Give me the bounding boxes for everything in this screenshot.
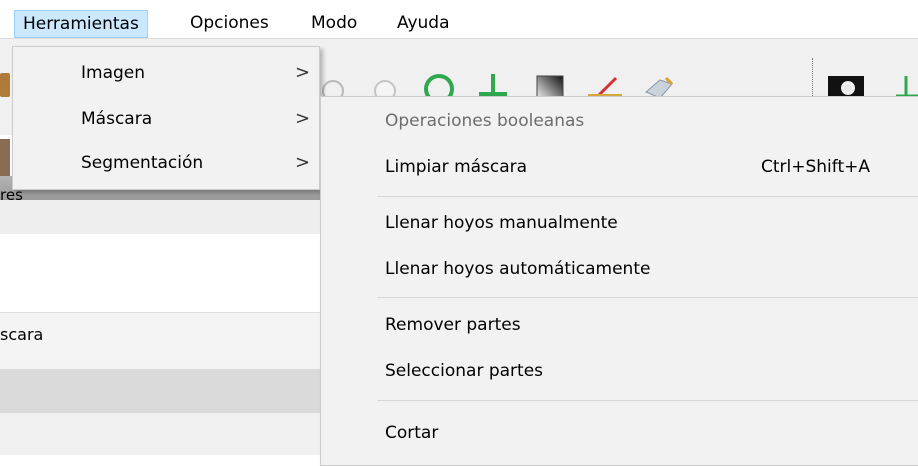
menu-item-cortar[interactable]: Cortar bbox=[321, 415, 918, 455]
panel-row-text: scara bbox=[0, 325, 44, 344]
menu-item-imagen[interactable]: Imagen > bbox=[13, 51, 319, 99]
menu-ayuda[interactable]: Ayuda bbox=[389, 10, 458, 38]
menu-item-label: Seleccionar partes bbox=[385, 361, 544, 381]
menu-item-seleccionar-partes[interactable]: Seleccionar partes bbox=[321, 353, 918, 393]
menu-item-label: Llenar hoyos automáticamente bbox=[385, 259, 651, 279]
menu-item-label: Remover partes bbox=[385, 315, 521, 335]
menu-item-label: Limpiar máscara bbox=[385, 157, 528, 177]
panel-gray-strip bbox=[0, 369, 330, 413]
menu-item-mascara[interactable]: Máscara > bbox=[13, 97, 319, 145]
menu-item-label: Llenar hoyos manualmente bbox=[385, 213, 618, 233]
menu-herramientas[interactable]: Herramientas bbox=[14, 10, 148, 38]
menu-separator bbox=[377, 196, 918, 197]
brush-icon[interactable] bbox=[0, 73, 10, 97]
panel-bottom bbox=[0, 413, 330, 455]
menu-bar: Herramientas Opciones Modo Ayuda bbox=[0, 0, 918, 38]
menu-item-shortcut: Ctrl+Shift+A bbox=[761, 157, 871, 177]
menu-separator bbox=[377, 297, 918, 298]
menu-item-label: Imagen bbox=[81, 63, 146, 83]
menu-item-label: Operaciones booleanas bbox=[385, 111, 585, 131]
panel-strip bbox=[0, 200, 330, 234]
menu-item-label: Segmentación bbox=[81, 153, 204, 173]
chevron-right-icon: > bbox=[295, 152, 311, 173]
menu-item-label: Cortar bbox=[385, 423, 439, 443]
menu-item-operaciones-booleanas: Operaciones booleanas bbox=[321, 103, 918, 143]
menu-item-llenar-hoyos-manualmente[interactable]: Llenar hoyos manualmente bbox=[321, 205, 918, 245]
menu-item-limpiar-mascara[interactable]: Limpiar máscara Ctrl+Shift+A bbox=[321, 149, 918, 189]
tool-icon[interactable] bbox=[0, 139, 10, 179]
mascara-submenu: Operaciones booleanas Limpiar máscara Ct… bbox=[320, 96, 918, 466]
menu-item-segmentacion[interactable]: Segmentación > bbox=[13, 141, 319, 189]
panel-row bbox=[0, 312, 330, 370]
chevron-right-icon: > bbox=[295, 62, 311, 83]
menu-modo[interactable]: Modo bbox=[303, 10, 365, 38]
menu-opciones[interactable]: Opciones bbox=[182, 10, 277, 38]
menu-item-llenar-hoyos-automaticamente[interactable]: Llenar hoyos automáticamente bbox=[321, 251, 918, 291]
panel-body bbox=[0, 234, 330, 312]
chevron-right-icon: > bbox=[295, 108, 311, 129]
herramientas-dropdown: Imagen > Máscara > Segmentación > bbox=[12, 46, 320, 190]
menu-item-remover-partes[interactable]: Remover partes bbox=[321, 307, 918, 347]
menu-item-label: Máscara bbox=[81, 109, 153, 129]
menu-separator bbox=[377, 400, 918, 401]
